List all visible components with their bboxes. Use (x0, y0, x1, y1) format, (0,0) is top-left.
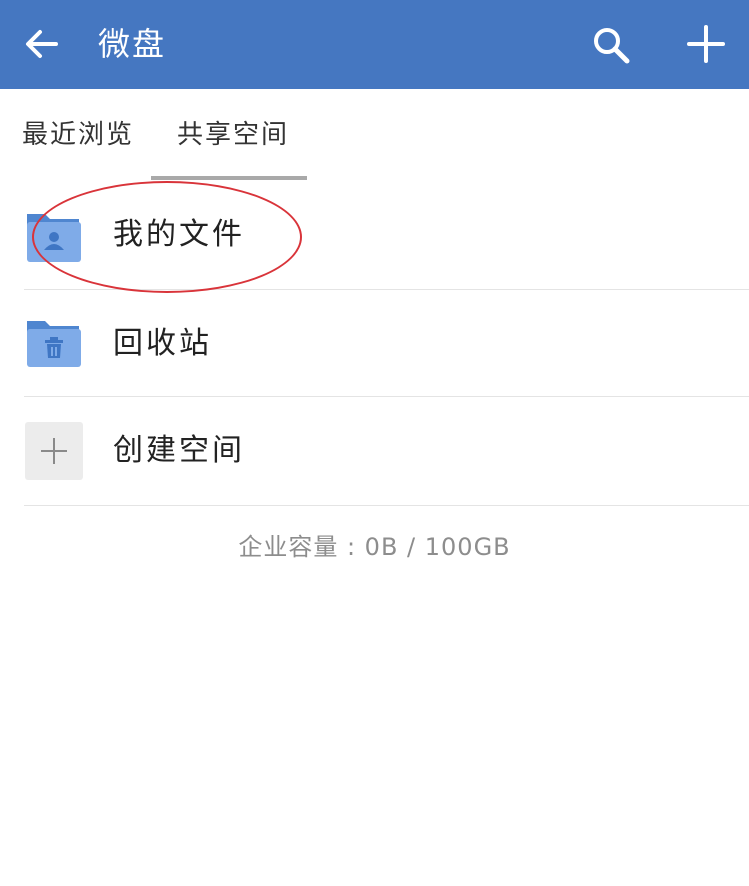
list-item-label: 回收站 (113, 326, 212, 361)
list-item-label: 创建空间 (113, 433, 245, 468)
divider (24, 505, 749, 506)
storage-quota: 企业容量 : 0B / 100GB (238, 533, 511, 561)
user-folder-icon (27, 214, 81, 262)
arrow-left-icon[interactable] (22, 24, 62, 64)
list-item-recycle-bin[interactable]: 回收站 (0, 290, 749, 397)
list-item-label: 我的文件 (113, 217, 245, 252)
plus-icon (25, 422, 83, 480)
tab-recent[interactable]: 最近浏览 (22, 117, 134, 153)
trash-folder-icon (27, 321, 81, 367)
list-item-create-space[interactable]: 创建空间 (0, 397, 749, 506)
app-bar: 微盘 (0, 0, 749, 89)
active-tab-indicator (151, 176, 307, 180)
list-item-my-files[interactable]: 我的文件 (0, 183, 749, 290)
plus-icon[interactable] (684, 22, 728, 66)
tab-shared-space[interactable]: 共享空间 (177, 117, 289, 153)
tab-bar: 最近浏览 共享空间 (0, 89, 749, 181)
search-icon[interactable] (590, 24, 632, 66)
page-title: 微盘 (98, 25, 167, 63)
